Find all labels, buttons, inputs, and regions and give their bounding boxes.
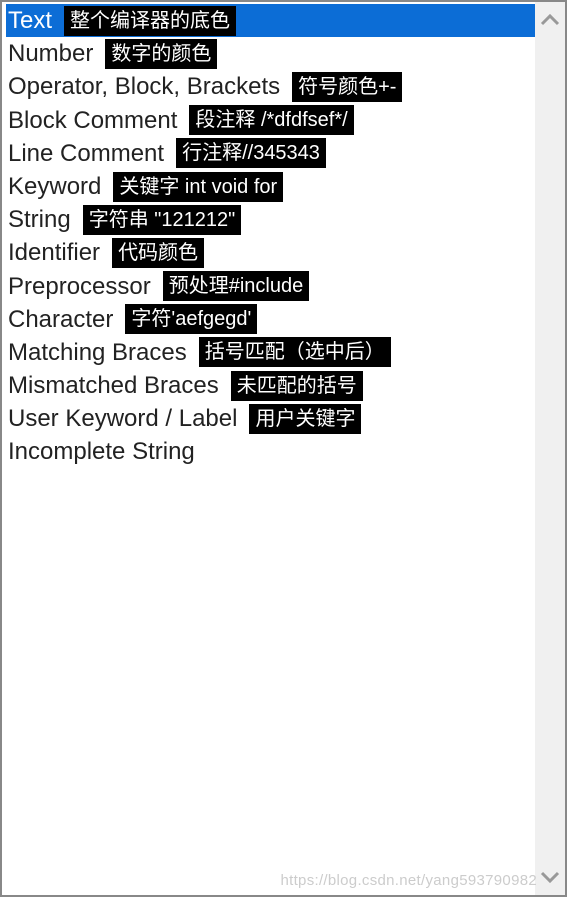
vertical-scrollbar[interactable] — [535, 2, 565, 895]
scroll-up-arrow[interactable] — [539, 8, 561, 30]
list-item-label: Keyword — [8, 171, 101, 202]
scroll-down-arrow[interactable] — [539, 867, 561, 889]
list-item-label: Identifier — [8, 237, 100, 268]
list-item[interactable]: Operator, Block, Brackets 符号颜色+- — [6, 70, 561, 103]
list-item-label: Text — [8, 5, 52, 36]
list-item-annotation: 关键字 int void for — [113, 172, 283, 202]
syntax-element-list: Text 整个编译器的底色Number 数字的颜色Operator, Block, … — [2, 2, 565, 471]
watermark-text: https://blog.csdn.net/yang593790982 — [280, 872, 537, 889]
list-item-annotation: 未匹配的括号 — [231, 371, 363, 401]
list-item-label: Block Comment — [8, 105, 177, 136]
list-item[interactable]: Text 整个编译器的底色 — [6, 4, 561, 37]
list-item[interactable]: Incomplete String — [6, 435, 561, 468]
list-item-annotation: 代码颜色 — [112, 238, 204, 268]
list-item-label: Preprocessor — [8, 271, 151, 302]
list-item[interactable]: Block Comment 段注释 /*dfdfsef*/ — [6, 104, 561, 137]
list-item-label: Incomplete String — [8, 436, 195, 467]
list-item-annotation: 字符'aefgegd' — [125, 304, 257, 334]
list-item[interactable]: Keyword 关键字 int void for — [6, 170, 561, 203]
list-item-annotation: 字符串 "121212" — [83, 205, 242, 235]
list-item-annotation: 数字的颜色 — [105, 39, 217, 69]
list-item-annotation: 段注释 /*dfdfsef*/ — [189, 105, 353, 135]
list-item[interactable]: Line Comment 行注释//345343 — [6, 137, 561, 170]
list-item-label: Line Comment — [8, 138, 164, 169]
list-item[interactable]: Preprocessor 预处理#include — [6, 270, 561, 303]
list-item[interactable]: String 字符串 "121212" — [6, 203, 561, 236]
list-item[interactable]: Matching Braces 括号匹配（选中后） — [6, 336, 561, 369]
list-item-label: Mismatched Braces — [8, 370, 219, 401]
list-item-label: Number — [8, 38, 93, 69]
list-item-annotation: 用户关键字 — [249, 404, 361, 434]
list-item-label: User Keyword / Label — [8, 403, 237, 434]
list-item-annotation: 符号颜色+- — [292, 72, 402, 102]
list-item-label: Matching Braces — [8, 337, 187, 368]
list-item-annotation: 预处理#include — [163, 271, 310, 301]
list-item[interactable]: Number 数字的颜色 — [6, 37, 561, 70]
list-item-label: Operator, Block, Brackets — [8, 71, 280, 102]
list-item[interactable]: Mismatched Braces 未匹配的括号 — [6, 369, 561, 402]
list-item-label: Character — [8, 304, 113, 335]
list-item-annotation: 括号匹配（选中后） — [199, 337, 391, 367]
list-item[interactable]: Character 字符'aefgegd' — [6, 303, 561, 336]
list-item[interactable]: Identifier 代码颜色 — [6, 236, 561, 269]
list-item-annotation: 行注释//345343 — [176, 138, 326, 168]
listbox-container: Text 整个编译器的底色Number 数字的颜色Operator, Block, … — [0, 0, 567, 897]
list-item[interactable]: User Keyword / Label 用户关键字 — [6, 402, 561, 435]
list-item-annotation: 整个编译器的底色 — [64, 6, 236, 36]
list-item-label: String — [8, 204, 71, 235]
